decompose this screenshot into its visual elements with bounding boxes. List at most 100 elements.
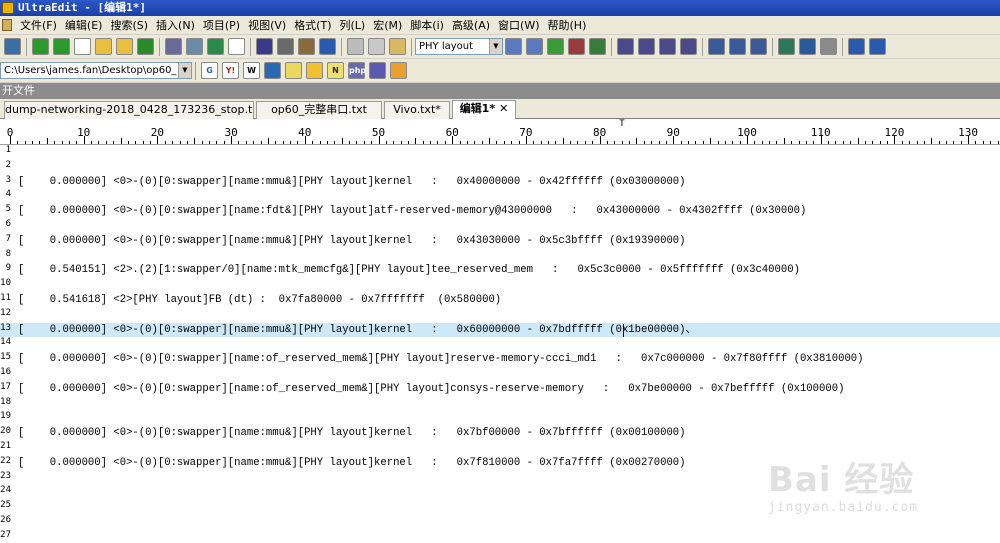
- editor-line[interactable]: 1: [0, 145, 1000, 160]
- menu-edit[interactable]: 编辑(E): [61, 16, 107, 34]
- help-icon[interactable]: [869, 38, 886, 55]
- editor-line[interactable]: 17 [ 0.000000] <0>-(0)[0:swapper][name:of…: [0, 382, 1000, 397]
- tab-vivo[interactable]: Vivo.txt*: [384, 101, 450, 119]
- ruler-tick: [150, 141, 152, 144]
- menu-project[interactable]: 项目(P): [199, 16, 244, 34]
- menu-format[interactable]: 格式(T): [290, 16, 335, 34]
- editor-line[interactable]: 3 [ 0.000000] <0>-(0)[0:swapper][name:mmu…: [0, 175, 1000, 190]
- cascade-icon[interactable]: [750, 38, 767, 55]
- ruler-tick: [769, 141, 771, 144]
- globe-icon[interactable]: [778, 38, 795, 55]
- new-window-icon[interactable]: [4, 38, 21, 55]
- menu-macro[interactable]: 宏(M): [369, 16, 406, 34]
- menu-help[interactable]: 帮助(H): [544, 16, 591, 34]
- forward-icon[interactable]: [53, 38, 70, 55]
- format-right-icon[interactable]: [659, 38, 676, 55]
- ruler-tick: [916, 141, 918, 144]
- search-combo[interactable]: PHY layout ▼: [415, 38, 503, 55]
- back-icon[interactable]: [32, 38, 49, 55]
- format-justify-icon[interactable]: [680, 38, 697, 55]
- format-left-icon[interactable]: [617, 38, 634, 55]
- editor-line[interactable]: 16: [0, 367, 1000, 382]
- ruler-tick: [371, 141, 373, 144]
- sun-icon[interactable]: [306, 62, 323, 79]
- document-icon[interactable]: [2, 19, 12, 31]
- editor-line[interactable]: 27: [0, 530, 1000, 543]
- print-icon[interactable]: [165, 38, 182, 55]
- google-icon[interactable]: G: [201, 62, 218, 79]
- line-number: 17: [0, 381, 11, 392]
- window-horizontal-icon[interactable]: [708, 38, 725, 55]
- excel-icon[interactable]: [207, 38, 224, 55]
- links-icon[interactable]: [369, 62, 386, 79]
- format-center-icon[interactable]: [638, 38, 655, 55]
- list-icon[interactable]: [256, 38, 273, 55]
- window-vertical-icon[interactable]: [729, 38, 746, 55]
- save-icon[interactable]: [137, 38, 154, 55]
- open-folder-icon[interactable]: [116, 38, 133, 55]
- find-icon[interactable]: [505, 38, 522, 55]
- info-icon[interactable]: [848, 38, 865, 55]
- editor-line[interactable]: 10: [0, 278, 1000, 293]
- menu-view[interactable]: 视图(V): [244, 16, 290, 34]
- chevron-down-icon[interactable]: ▼: [178, 63, 191, 78]
- menu-window[interactable]: 窗口(W): [494, 16, 543, 34]
- current-line[interactable]: 13 [ 0.000000] <0>-(0)[0:swapper][name:mm…: [0, 322, 1000, 338]
- windows-icon[interactable]: [390, 62, 407, 79]
- settings-icon[interactable]: [820, 38, 837, 55]
- yahoo-icon[interactable]: Y!: [222, 62, 239, 79]
- n-icon[interactable]: N: [327, 62, 344, 79]
- browser-icon[interactable]: [319, 38, 336, 55]
- replace-icon[interactable]: [547, 38, 564, 55]
- copy-icon[interactable]: [368, 38, 385, 55]
- editor-line[interactable]: 7 [ 0.000000] <0>-(0)[0:swapper][name:mmu…: [0, 234, 1000, 249]
- new-file-icon[interactable]: [74, 38, 91, 55]
- tab-dump-networking[interactable]: dump-networking-2018_0428_173236_stop.tx…: [4, 101, 254, 119]
- find-in-files-icon[interactable]: [568, 38, 585, 55]
- editor-line[interactable]: 18: [0, 397, 1000, 412]
- menu-script[interactable]: 脚本(i): [406, 16, 448, 34]
- ruler-tick: [105, 141, 107, 144]
- php-icon[interactable]: php: [348, 62, 366, 79]
- cut-icon[interactable]: [347, 38, 364, 55]
- browser-view-icon[interactable]: [799, 38, 816, 55]
- find-next-icon[interactable]: [526, 38, 543, 55]
- path-combo[interactable]: C:\Users\james.fan\Desktop\op60_ ▼: [0, 62, 192, 79]
- menu-insert[interactable]: 插入(N): [152, 16, 199, 34]
- editor-line[interactable]: 15 [ 0.000000] <0>-(0)[0:swapper][name:of…: [0, 352, 1000, 367]
- tab-edit1[interactable]: 编辑1* ✕: [452, 100, 516, 119]
- tab-op60[interactable]: op60_完整串口.txt: [256, 101, 382, 119]
- menu-search[interactable]: 搜索(S): [106, 16, 152, 34]
- menu-column[interactable]: 列(L): [336, 16, 370, 34]
- document-icon[interactable]: [228, 38, 245, 55]
- menu-file[interactable]: 文件(F): [16, 16, 61, 34]
- ruler-label: 50: [371, 126, 386, 139]
- open-file-icon[interactable]: [95, 38, 112, 55]
- ruler-label: 100: [737, 126, 757, 139]
- stack-icon[interactable]: [264, 62, 281, 79]
- bulb-icon[interactable]: [285, 62, 302, 79]
- close-icon[interactable]: ✕: [499, 102, 508, 115]
- page-icon[interactable]: [298, 38, 315, 55]
- editor-line[interactable]: 5 [ 0.000000] <0>-(0)[0:swapper][name:fdt…: [0, 204, 1000, 219]
- editor-line[interactable]: 14: [0, 337, 1000, 352]
- goto-icon[interactable]: [589, 38, 606, 55]
- editor-line[interactable]: 9 [ 0.540151] <2>.(2)[1:swapper/0][name:m…: [0, 263, 1000, 278]
- binary-icon[interactable]: [277, 38, 294, 55]
- ruler-tick: [422, 141, 424, 144]
- ruler-tick: [813, 141, 815, 144]
- ruler-tick: [872, 141, 874, 144]
- menu-advanced[interactable]: 高级(A): [448, 16, 494, 34]
- editor-line[interactable]: 4: [0, 189, 1000, 204]
- editor-line[interactable]: 6: [0, 219, 1000, 234]
- chevron-down-icon[interactable]: ▼: [489, 39, 502, 54]
- editor-line[interactable]: 11 [ 0.541618] <2>[PHY layout]FB (dt) : 0…: [0, 293, 1000, 308]
- editor-line[interactable]: 2: [0, 160, 1000, 175]
- editor-line[interactable]: 12: [0, 308, 1000, 323]
- editor-line[interactable]: 19: [0, 411, 1000, 426]
- wikipedia-icon[interactable]: W: [243, 62, 260, 79]
- print-preview-icon[interactable]: [186, 38, 203, 55]
- line-number: 8: [5, 248, 11, 259]
- paste-icon[interactable]: [389, 38, 406, 55]
- editor-line[interactable]: 8: [0, 249, 1000, 264]
